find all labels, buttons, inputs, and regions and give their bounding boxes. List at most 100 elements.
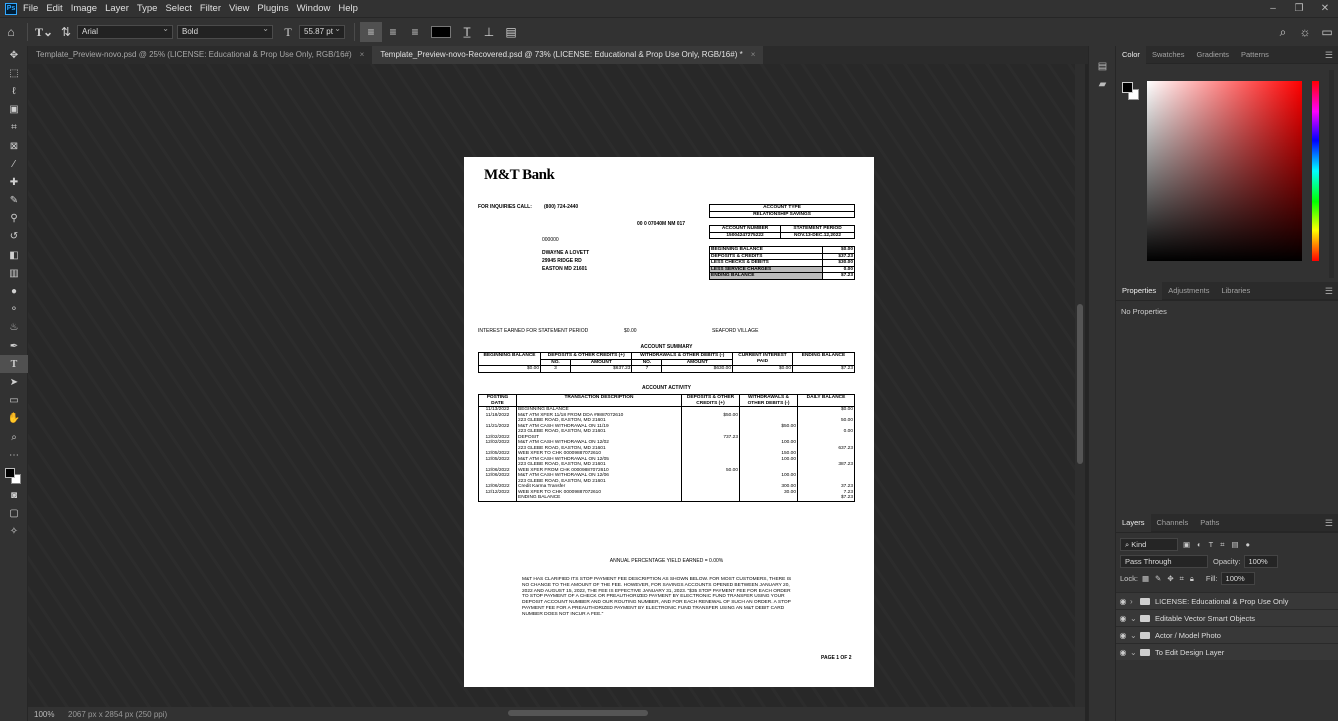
color-picker-field[interactable]	[1147, 81, 1302, 261]
blur-tool-icon[interactable]: ●	[0, 282, 28, 300]
menu-edit[interactable]: Edit	[46, 3, 62, 14]
layer-row[interactable]: ◉ ⌄ Editable Vector Smart Objects	[1116, 609, 1338, 626]
tab-layers[interactable]: Layers	[1116, 513, 1151, 532]
font-style-select[interactable]: Bold	[177, 23, 273, 39]
history-panel-icon[interactable]: ▤	[1089, 58, 1116, 76]
3d-text-icon[interactable]: ⊥	[478, 22, 500, 42]
menu-type[interactable]: Type	[137, 3, 158, 14]
fill-field[interactable]: 100%	[1220, 572, 1255, 585]
font-family-select[interactable]: Arial	[77, 23, 173, 39]
filter-shape-icon[interactable]: ⌗	[1220, 540, 1224, 550]
filter-toggle-icon[interactable]: ●	[1246, 540, 1251, 549]
horizontal-scrollbar[interactable]	[508, 710, 648, 716]
restore-icon[interactable]: ❐	[1286, 0, 1312, 17]
discover-icon[interactable]: ☼	[1294, 22, 1316, 42]
menu-file[interactable]: File	[23, 3, 38, 14]
warp-text-icon[interactable]: T̲	[456, 22, 478, 42]
close-icon[interactable]: ✕	[1312, 0, 1338, 17]
menu-layer[interactable]: Layer	[105, 3, 129, 14]
lasso-tool-icon[interactable]: ℓ	[0, 82, 28, 100]
tab-patterns[interactable]: Patterns	[1235, 46, 1275, 64]
tab-document-1[interactable]: Template_Preview-novo.psd @ 25% (LICENSE…	[28, 46, 372, 64]
tab-gradients[interactable]: Gradients	[1190, 46, 1235, 64]
menu-window[interactable]: Window	[297, 3, 331, 14]
generative-icon[interactable]: ✧	[0, 523, 28, 541]
kind-filter-select[interactable]: ⌕ Kind	[1120, 538, 1178, 551]
menu-view[interactable]: View	[229, 3, 249, 14]
hand-tool-icon[interactable]: ✋	[0, 410, 28, 428]
chevron-down-icon[interactable]: ⌄	[1130, 614, 1138, 623]
scroll-thumb[interactable]	[1077, 304, 1083, 464]
menu-plugins[interactable]: Plugins	[257, 3, 288, 14]
eraser-tool-icon[interactable]: ◧	[0, 246, 28, 264]
visibility-eye-icon[interactable]: ◉	[1116, 631, 1130, 640]
lock-transparent-icon[interactable]: ▦	[1142, 574, 1149, 583]
home-icon[interactable]: ⌂	[0, 22, 22, 42]
zoom-level[interactable]: 100%	[28, 710, 68, 719]
visibility-eye-icon[interactable]: ◉	[1116, 614, 1130, 623]
layer-row[interactable]: ◉ › LICENSE: Educational & Prop Use Only	[1116, 592, 1338, 609]
tab-swatches[interactable]: Swatches	[1146, 46, 1191, 64]
chevron-down-icon[interactable]: ⌄	[1130, 631, 1138, 640]
healing-brush-icon[interactable]: ✚	[0, 173, 28, 191]
eyedropper-tool-icon[interactable]: ⁄	[0, 155, 28, 173]
tab-document-2[interactable]: Template_Preview-novo-Recovered.psd @ 73…	[372, 46, 764, 64]
history-brush-icon[interactable]: ↺	[0, 228, 28, 246]
text-color-swatch[interactable]	[431, 26, 451, 38]
align-right-icon[interactable]: ≡	[404, 22, 426, 42]
gradient-tool-icon[interactable]: ▥	[0, 264, 28, 282]
panel-menu-icon[interactable]: ☰	[1325, 46, 1333, 64]
minimize-icon[interactable]: –	[1260, 0, 1286, 17]
menu-help[interactable]: Help	[338, 3, 358, 14]
frame-tool-icon[interactable]: ⊠	[0, 137, 28, 155]
more-tools-icon[interactable]: ⋯	[0, 446, 28, 464]
clone-stamp-icon[interactable]: ⚲	[0, 210, 28, 228]
type-tool-preset-icon[interactable]: T⌄	[33, 22, 55, 42]
smudge-tool-icon[interactable]: ♨	[0, 319, 28, 337]
menu-filter[interactable]: Filter	[200, 3, 221, 14]
lock-image-icon[interactable]: ✎	[1155, 574, 1161, 583]
screen-mode-icon[interactable]: ▢	[0, 505, 28, 523]
chevron-right-icon[interactable]: ›	[1130, 597, 1138, 606]
blend-mode-select[interactable]: Pass Through	[1120, 555, 1208, 568]
canvas-area[interactable]: M&T Bank FOR INQUIRIES CALL: (800) 724-2…	[28, 64, 1075, 707]
chevron-down-icon[interactable]: ⌄	[1130, 648, 1138, 657]
path-select-icon[interactable]: ➤	[0, 373, 28, 391]
dodge-tool-icon[interactable]: ⚬	[0, 301, 28, 319]
opacity-field[interactable]: 100%	[1243, 555, 1278, 568]
pen-tool-icon[interactable]: ✒	[0, 337, 28, 355]
filter-smart-object-icon[interactable]: ▤	[1231, 540, 1238, 549]
lock-artboard-icon[interactable]: ⌗	[1180, 574, 1184, 584]
filter-adjustment-icon[interactable]: ◐	[1197, 540, 1202, 549]
tab-paths[interactable]: Paths	[1194, 514, 1225, 532]
type-tool-icon[interactable]: T	[0, 355, 28, 374]
lock-all-icon[interactable]: 🔒︎	[1190, 574, 1194, 584]
font-size-field[interactable]: 55.87 pt	[299, 23, 345, 39]
tab-channels[interactable]: Channels	[1151, 514, 1195, 532]
close-icon[interactable]: ×	[751, 46, 756, 64]
close-icon[interactable]: ×	[360, 46, 365, 64]
visibility-eye-icon[interactable]: ◉	[1116, 648, 1130, 657]
zoom-tool-icon[interactable]: ⌕	[0, 428, 28, 446]
tab-adjustments[interactable]: Adjustments	[1162, 282, 1215, 300]
tab-libraries[interactable]: Libraries	[1215, 282, 1256, 300]
align-center-icon[interactable]: ≡	[382, 22, 404, 42]
object-select-tool-icon[interactable]: ▣	[0, 101, 28, 119]
filter-pixel-icon[interactable]: ▣	[1183, 540, 1190, 549]
tab-properties[interactable]: Properties	[1116, 281, 1163, 300]
panel-scrollbar[interactable]	[1329, 70, 1334, 278]
workspace-icon[interactable]: ▭	[1316, 22, 1338, 42]
crop-tool-icon[interactable]: ⌗	[0, 119, 28, 137]
foreground-color[interactable]	[5, 468, 15, 479]
marquee-tool-icon[interactable]: ⬚	[0, 64, 28, 82]
panel-menu-icon[interactable]: ☰	[1325, 514, 1333, 532]
menu-select[interactable]: Select	[165, 3, 191, 14]
color-swatches[interactable]	[0, 464, 28, 486]
menu-image[interactable]: Image	[71, 3, 97, 14]
comments-panel-icon[interactable]: ▰	[1089, 76, 1116, 94]
layer-row[interactable]: ◉ ⌄ To Edit Design Layer	[1116, 643, 1338, 660]
search-icon[interactable]: ⌕	[1272, 22, 1294, 42]
align-left-icon[interactable]: ≡	[360, 22, 382, 42]
quick-mask-icon[interactable]: ◙	[0, 486, 28, 504]
character-panel-icon[interactable]: ▤	[500, 22, 522, 42]
